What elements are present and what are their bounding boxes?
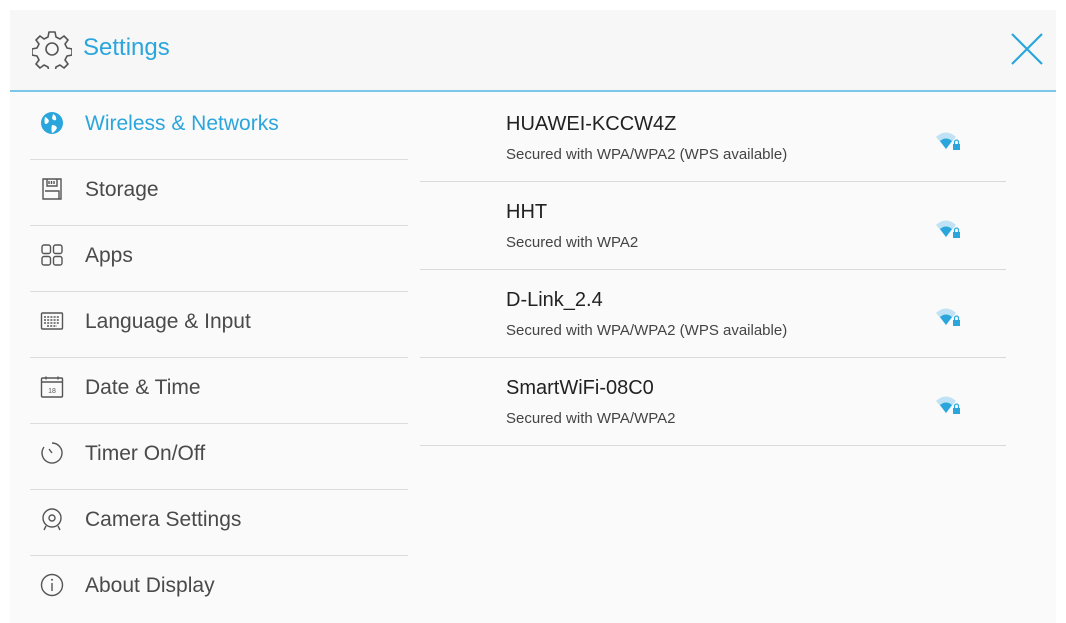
sidebar-item-about-display[interactable]: About Display xyxy=(30,556,408,622)
wifi-locked-icon xyxy=(936,396,960,414)
settings-header: Settings xyxy=(10,10,1056,92)
network-ssid: HUAWEI-KCCW4Z xyxy=(506,113,677,135)
sidebar-item-timer[interactable]: Timer On/Off xyxy=(30,424,408,490)
close-icon[interactable] xyxy=(1008,30,1046,68)
network-ssid: D-Link_2.4 xyxy=(506,289,603,311)
sidebar-item-language-input[interactable]: Language & Input xyxy=(30,292,408,358)
network-ssid: HHT xyxy=(506,201,548,223)
sidebar-item-apps[interactable]: Apps xyxy=(30,226,408,292)
keyboard-icon xyxy=(40,312,64,330)
svg-text:18: 18 xyxy=(48,388,56,395)
calendar-icon: 18 xyxy=(40,376,64,398)
sidebar-item-storage[interactable]: Storage xyxy=(30,160,408,226)
wifi-locked-icon xyxy=(936,308,960,326)
wifi-locked-icon xyxy=(936,220,960,238)
apps-grid-icon xyxy=(41,244,63,266)
network-security: Secured with WPA/WPA2 (WPS available) xyxy=(506,322,788,339)
gear-icon xyxy=(32,31,72,69)
sidebar-item-wireless-networks[interactable]: Wireless & Networks xyxy=(30,94,408,160)
info-icon xyxy=(40,573,64,597)
settings-sidebar: Wireless & Networks Storage Apps Languag… xyxy=(30,94,408,622)
wifi-locked-icon xyxy=(936,132,960,150)
sidebar-item-label: Date & Time xyxy=(85,376,201,399)
sidebar-item-label: Wireless & Networks xyxy=(85,112,279,135)
page-title: Settings xyxy=(83,34,170,61)
network-security: Secured with WPA/WPA2 (WPS available) xyxy=(506,146,788,163)
sidebar-item-camera-settings[interactable]: Camera Settings xyxy=(30,490,408,556)
wifi-network-item[interactable]: HUAWEI-KCCW4Z Secured with WPA/WPA2 (WPS… xyxy=(420,94,1006,182)
storage-icon xyxy=(42,178,62,200)
network-security: Secured with WPA/WPA2 xyxy=(506,410,676,427)
sidebar-item-label: Camera Settings xyxy=(85,508,242,531)
sidebar-item-date-time[interactable]: 18 Date & Time xyxy=(30,358,408,424)
sidebar-item-label: Language & Input xyxy=(85,310,251,333)
sidebar-item-label: Apps xyxy=(85,244,133,267)
timer-icon xyxy=(41,442,63,464)
sidebar-item-label: Storage xyxy=(85,178,159,201)
settings-window: Settings Wireless & Networks Storage App… xyxy=(10,10,1056,623)
wifi-network-item[interactable]: D-Link_2.4 Secured with WPA/WPA2 (WPS av… xyxy=(420,270,1006,358)
camera-icon xyxy=(42,508,62,531)
network-security: Secured with WPA2 xyxy=(506,234,639,251)
network-ssid: SmartWiFi-08C0 xyxy=(506,377,654,399)
sidebar-item-label: Timer On/Off xyxy=(85,442,206,465)
wifi-network-item[interactable]: HHT Secured with WPA2 xyxy=(420,182,1006,270)
sidebar-item-label: About Display xyxy=(85,574,215,597)
wifi-network-list: HUAWEI-KCCW4Z Secured with WPA/WPA2 (WPS… xyxy=(420,94,1006,446)
globe-icon xyxy=(41,112,63,134)
wifi-network-item[interactable]: SmartWiFi-08C0 Secured with WPA/WPA2 xyxy=(420,358,1006,446)
